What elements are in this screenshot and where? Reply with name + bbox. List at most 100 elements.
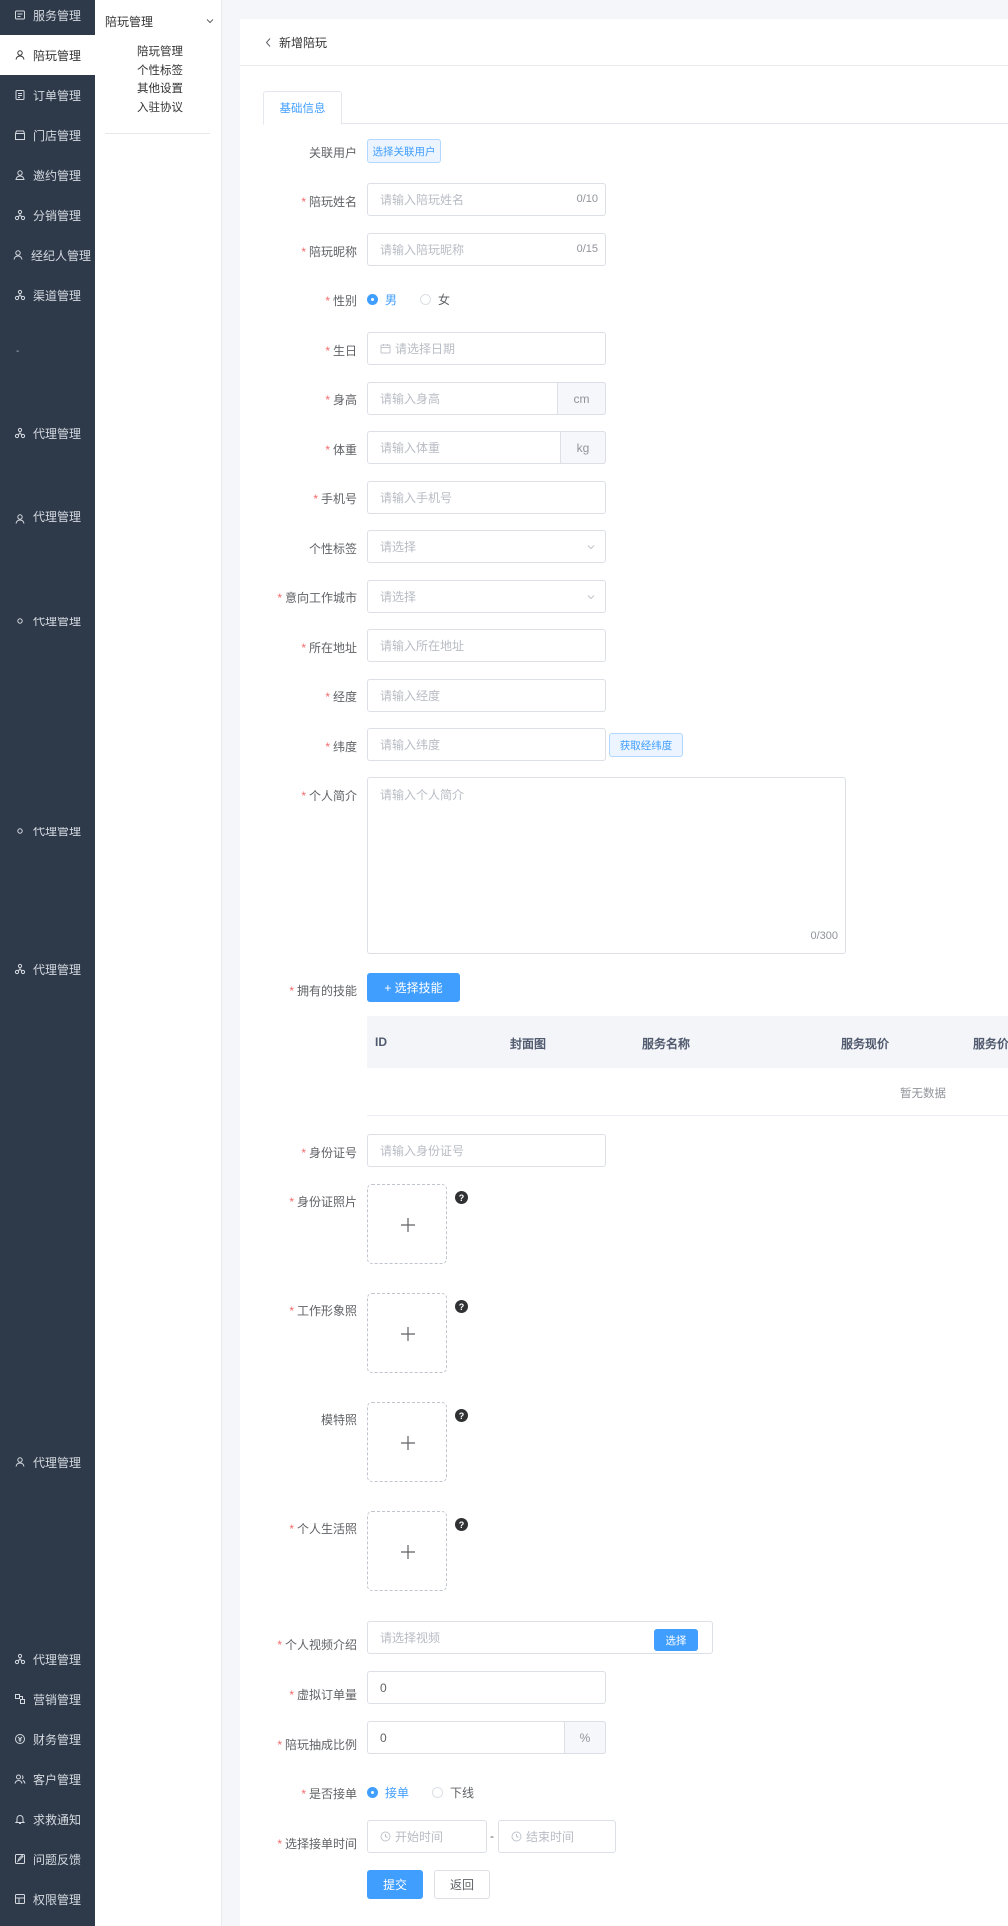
sidebar-item-channel[interactable]: 渠道管理 [0,275,95,315]
latitude-input[interactable]: 请输入纬度 [367,728,606,761]
birthday-picker[interactable]: 请选择日期 [367,332,606,365]
nickname-input[interactable]: 请输入陪玩昵称 0/15 [367,233,606,266]
sidebar-item-proxy[interactable]: 代理管理 [0,1639,95,1679]
sidebar-item-proxy[interactable]: 代理管理 [0,827,95,839]
proxy-icon [14,513,26,525]
work-photo-upload[interactable] [367,1293,447,1373]
sidebar-item-label: 代理管理 [33,617,82,628]
gender-female-radio[interactable]: 女 [420,291,450,308]
phone-input[interactable]: 请输入手机号 [367,481,606,514]
finance-icon [14,1733,26,1745]
sidebar-item-distribution[interactable]: 分销管理 [0,195,95,235]
sidebar-item-customer[interactable]: 客户管理 [0,1759,95,1799]
sidebar-item-marketing[interactable]: 营销管理 [0,1679,95,1719]
submit-button[interactable]: 提交 [367,1870,423,1899]
work-photo-label: * 工作形象照 [289,1304,357,1318]
address-input[interactable]: 请输入所在地址 [367,629,606,662]
sidebar-item-sos[interactable]: 求救通知 [0,1799,95,1839]
longitude-input[interactable]: 请输入经度 [367,679,606,712]
life-photo-label: * 个人生活照 [289,1522,357,1536]
service-icon [14,9,26,21]
commission-label: * 陪玩抽成比例 [277,1738,357,1752]
sidebar-item-store[interactable]: 门店管理 [0,115,95,155]
height-input[interactable]: 请输入身高 cm [367,382,606,415]
end-time-picker[interactable]: 结束时间 [498,1820,616,1853]
life-photo-upload[interactable] [367,1511,447,1591]
sidebar-item-finance[interactable]: 财务管理 [0,1719,95,1759]
submenu-header[interactable]: 陪玩管理 [105,10,215,32]
sidebar-item-proxy[interactable]: 代理管理 [0,617,95,629]
help-icon[interactable]: ? [455,1518,468,1531]
clock-icon [511,1831,522,1842]
sidebar-item-label: 权限管理 [33,1892,82,1907]
get-coordinates-button[interactable]: 获取经纬度 [609,733,683,757]
accept-on-radio[interactable]: 接单 [367,1784,409,1801]
submenu-item-tags[interactable]: 个性标签 [137,62,183,78]
submenu-item-agreement[interactable]: 入驻协议 [137,99,183,115]
sidebar-item-label: 代理管理 [33,510,82,524]
help-icon[interactable]: ? [455,1191,468,1204]
id-photo-upload[interactable] [367,1184,447,1264]
sidebar-item-proxy[interactable]: 代理管理 [0,1442,95,1482]
latitude-label: * 纬度 [325,740,357,754]
start-time-picker[interactable]: 开始时间 [367,1820,487,1853]
select-linked-user-button[interactable]: 选择关联用户 [367,139,441,163]
video-input[interactable]: 请选择视频 选择 [367,1621,713,1654]
proxy-icon [14,963,26,975]
intro-textarea[interactable]: 请输入个人简介 0/300 [367,777,846,954]
select-skills-button[interactable]: + 选择技能 [367,973,460,1002]
column-current-price: 服务现价 [841,1037,890,1051]
accept-off-radio[interactable]: 下线 [432,1784,474,1801]
sidebar-item-agent[interactable]: 经纪人管理 [0,235,95,275]
gender-male-radio[interactable]: 男 [367,291,397,308]
sidebar-item-order[interactable]: 订单管理 [0,75,95,115]
model-photo-upload[interactable] [367,1402,447,1482]
sidebar-item-service[interactable]: 服务管理 [0,0,95,35]
city-select[interactable]: 请选择 [367,580,606,613]
sidebar-item-permission[interactable]: 权限管理 [0,1879,95,1919]
sidebar-item-proxy[interactable]: 代理管理 [0,489,95,527]
customer-icon [14,1773,26,1785]
name-input[interactable]: 请输入陪玩姓名 0/10 [367,183,606,216]
back-button[interactable]: 返回 [434,1870,490,1899]
sidebar-item-label: 服务管理 [33,8,82,23]
proxy-icon [14,1653,26,1665]
id-number-input[interactable]: 请输入身份证号 [367,1134,606,1167]
table-header: ID 封面图 服务名称 服务现价 服务价 [367,1016,1008,1068]
sidebar-item-label: 邀约管理 [33,168,82,183]
column-service-name: 服务名称 [642,1037,691,1051]
chevron-down-icon [587,595,595,600]
agent-icon [12,249,24,261]
sidebar-item-feedback[interactable]: 问题反馈 [0,1839,95,1879]
sidebar-item-proxy[interactable]: 代理管理 [0,413,95,453]
sidebar-item-invite[interactable]: 邀约管理 [0,155,95,195]
empty-text: 暂无数据 [900,1088,946,1100]
weight-input[interactable]: 请输入体重 kg [367,431,606,464]
virtual-orders-input[interactable]: 0 [367,1671,606,1704]
proxy-icon [14,617,26,629]
tags-select[interactable]: 请选择 [367,530,606,563]
id-photo-label: * 身份证照片 [289,1195,357,1209]
nickname-label: * 陪玩昵称 [301,245,357,259]
help-icon[interactable]: ? [455,1300,468,1313]
sidebar-item-label: 经纪人管理 [31,248,92,263]
sidebar-item-label: 客户管理 [33,1772,82,1787]
sidebar-item-companion[interactable]: 陪玩管理 [0,35,95,75]
gender-label: * 性别 [325,294,357,308]
companion-icon [14,49,26,61]
commission-input[interactable]: 0% [367,1721,606,1754]
submenu-item-companion[interactable]: 陪玩管理 [137,43,183,59]
sidebar-item-label: 财务管理 [33,1732,82,1747]
intro-counter: 0/300 [810,930,838,942]
help-icon[interactable]: ? [455,1409,468,1422]
submenu-item-settings[interactable]: 其他设置 [137,80,183,96]
sidebar-item-label: 分销管理 [33,208,82,223]
sidebar-item-proxy[interactable]: 代理管理 [0,949,95,989]
chevron-down-icon [587,545,595,550]
select-video-button[interactable]: 选择 [654,1629,698,1651]
marketing-icon [14,1693,26,1705]
bell-icon [14,1813,26,1825]
name-label: * 陪玩姓名 [301,195,357,209]
plus-icon [401,1218,415,1232]
table-body: 暂无数据 [367,1068,1008,1116]
